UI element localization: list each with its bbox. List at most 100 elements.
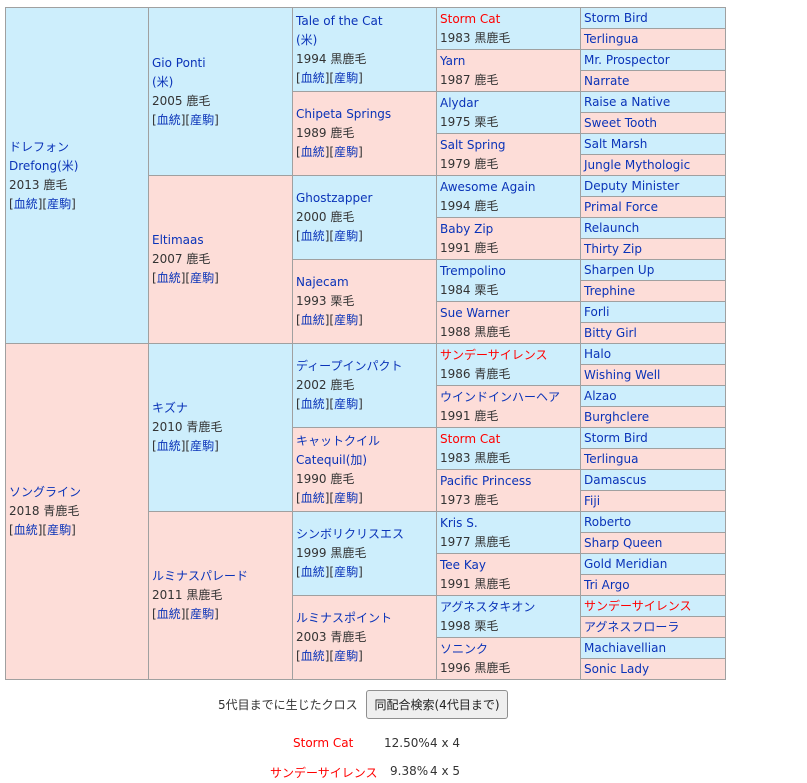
horse-name-link[interactable]: Halo (584, 347, 611, 361)
horse-name-link[interactable]: Wishing Well (584, 368, 660, 382)
pedigree-link[interactable]: 血統 (157, 607, 181, 621)
horse-name-link[interactable]: Narrate (584, 74, 629, 88)
horse-name-link[interactable]: キズナ (152, 401, 188, 415)
horse-name-link[interactable]: Trephine (584, 284, 635, 298)
horse-name-link[interactable]: ルミナスポイント (296, 611, 392, 625)
same-mating-search-button[interactable]: 同配合検索(4代目まで) (366, 690, 508, 719)
offspring-link[interactable]: 産駒 (190, 113, 214, 127)
pedigree-link[interactable]: 血統 (14, 523, 38, 537)
horse-name-link[interactable]: Alzao (584, 389, 617, 403)
offspring-link[interactable]: 産駒 (334, 71, 358, 85)
horse-name-link[interactable]: Chipeta Springs (296, 107, 391, 121)
horse-name-secondary-link[interactable]: (米) (152, 75, 173, 89)
offspring-link[interactable]: 産駒 (190, 271, 214, 285)
horse-name-link[interactable]: Storm Bird (584, 431, 648, 445)
horse-name-link[interactable]: Storm Cat (440, 432, 500, 446)
horse-name-link[interactable]: Sonic Lady (584, 662, 649, 676)
pedigree-link[interactable]: 血統 (301, 229, 325, 243)
horse-name-link[interactable]: Tale of the Cat (296, 14, 383, 28)
horse-name-link[interactable]: Storm Cat (440, 12, 500, 26)
horse-name-link[interactable]: Mr. Prospector (584, 53, 670, 67)
horse-name-link[interactable]: Primal Force (584, 200, 658, 214)
horse-name-link[interactable]: Pacific Princess (440, 474, 531, 488)
pedigree-link[interactable]: 血統 (14, 197, 38, 211)
horse-name-link[interactable]: ルミナスパレード (152, 569, 248, 583)
horse-name-link[interactable]: Roberto (584, 515, 631, 529)
horse-name-link[interactable]: Terlingua (584, 32, 638, 46)
horse-name-link[interactable]: Raise a Native (584, 95, 670, 109)
offspring-link[interactable]: 産駒 (334, 145, 358, 159)
horse-name-link[interactable]: Alydar (440, 96, 479, 110)
horse-name-link[interactable]: アグネスフローラ (584, 620, 679, 634)
offspring-link[interactable]: 産駒 (334, 649, 358, 663)
pedigree-link[interactable]: 血統 (157, 271, 181, 285)
horse-name-link[interactable]: Kris S. (440, 516, 478, 530)
ancestor-cell-gen5: Jungle Mythologic (580, 154, 726, 176)
offspring-link[interactable]: 産駒 (47, 197, 71, 211)
offspring-link[interactable]: 産駒 (334, 397, 358, 411)
offspring-link[interactable]: 産駒 (190, 439, 214, 453)
pedigree-link[interactable]: 血統 (301, 491, 325, 505)
offspring-link[interactable]: 産駒 (334, 229, 358, 243)
horse-name-link[interactable]: Eltimaas (152, 233, 204, 247)
horse-name-link[interactable]: Jungle Mythologic (584, 158, 690, 172)
horse-name-link[interactable]: Thirty Zip (584, 242, 642, 256)
horse-name-link[interactable]: Sweet Tooth (584, 116, 657, 130)
horse-name-link[interactable]: Terlingua (584, 452, 638, 466)
horse-name-link[interactable]: ウインドインハーヘア (440, 390, 560, 404)
pedigree-link[interactable]: 血統 (301, 397, 325, 411)
horse-name-link[interactable]: Machiavellian (584, 641, 666, 655)
pedigree-link[interactable]: 血統 (301, 565, 325, 579)
horse-name-link[interactable]: ソングライン (9, 485, 81, 499)
horse-links: [血統][産駒] (152, 112, 219, 127)
horse-name-link[interactable]: Trempolino (440, 264, 506, 278)
horse-name-link[interactable]: Damascus (584, 473, 646, 487)
horse-name-link[interactable]: Tee Kay (440, 558, 486, 572)
horse-name-link[interactable]: サンデーサイレンス (440, 348, 548, 362)
horse-name-link[interactable]: Burghclere (584, 410, 649, 424)
horse-name-link[interactable]: アグネスタキオン (440, 600, 535, 614)
horse-name-link[interactable]: Najecam (296, 275, 349, 289)
horse-name-link[interactable]: Relaunch (584, 221, 639, 235)
horse-name-link[interactable]: Fiji (584, 494, 600, 508)
horse-name-link[interactable]: Ghostzapper (296, 191, 372, 205)
pedigree-link[interactable]: 血統 (157, 113, 181, 127)
horse-name-link[interactable]: ソニンク (440, 642, 488, 656)
horse-name-link[interactable]: Salt Spring (440, 138, 506, 152)
horse-name-link[interactable]: シンボリクリスエス (296, 527, 404, 541)
pedigree-link[interactable]: 血統 (301, 313, 325, 327)
cross-horse-link[interactable]: Storm Cat (293, 736, 353, 750)
cross-horse-link[interactable]: サンデーサイレンス (270, 764, 378, 781)
horse-name-link[interactable]: Gold Meridian (584, 557, 667, 571)
horse-name-link[interactable]: Yarn (440, 54, 465, 68)
horse-name-link[interactable]: Deputy Minister (584, 179, 679, 193)
offspring-link[interactable]: 産駒 (334, 565, 358, 579)
horse-name-secondary-link[interactable]: (米) (296, 33, 317, 47)
offspring-link[interactable]: 産駒 (190, 607, 214, 621)
horse-name-link[interactable]: キャットクイル (296, 434, 380, 448)
horse-name-link[interactable]: ドレフォン (9, 140, 69, 154)
horse-name-link[interactable]: Bitty Girl (584, 326, 637, 340)
pedigree-link[interactable]: 血統 (157, 439, 181, 453)
horse-name-link[interactable]: Sue Warner (440, 306, 510, 320)
horse-name-link[interactable]: Sharpen Up (584, 263, 654, 277)
horse-name-link[interactable]: Forli (584, 305, 609, 319)
pedigree-link[interactable]: 血統 (301, 649, 325, 663)
horse-name-link[interactable]: Sharp Queen (584, 536, 662, 550)
horse-name-link[interactable]: ディープインパクト (296, 359, 402, 373)
offspring-link[interactable]: 産駒 (47, 523, 71, 537)
pedigree-link[interactable]: 血統 (301, 145, 325, 159)
horse-name-link[interactable]: サンデーサイレンス (584, 599, 692, 613)
horse-name-link[interactable]: Salt Marsh (584, 137, 647, 151)
horse-name-secondary-link[interactable]: Catequil(加) (296, 453, 367, 467)
offspring-link[interactable]: 産駒 (334, 313, 358, 327)
pedigree-link[interactable]: 血統 (301, 71, 325, 85)
offspring-link[interactable]: 産駒 (334, 491, 358, 505)
horse-name-link[interactable]: Awesome Again (440, 180, 536, 194)
horse-name-secondary-link[interactable]: Drefong(米) (9, 159, 78, 173)
horse-name-link[interactable]: Tri Argo (584, 578, 630, 592)
birth-year-color: 1986 青鹿毛 (440, 366, 511, 381)
horse-name-link[interactable]: Baby Zip (440, 222, 493, 236)
horse-name-link[interactable]: Gio Ponti (152, 56, 206, 70)
horse-name-link[interactable]: Storm Bird (584, 11, 648, 25)
